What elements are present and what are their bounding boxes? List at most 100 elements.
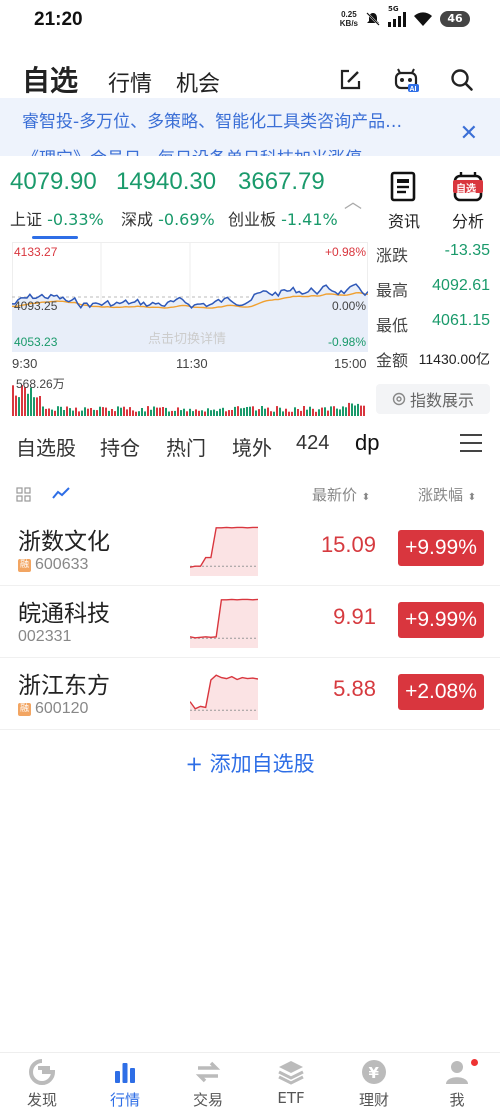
margin-badge: 融 [18,702,31,716]
volume-bar [183,408,185,416]
volume-bar [42,406,44,416]
volume-bar [291,411,293,416]
volume-bar [177,407,179,416]
volume-bar [333,406,335,416]
volume-bar [294,407,296,416]
stock-row[interactable]: 皖通科技 002331 9.91 +9.99% [0,586,500,658]
volume-bar [318,409,320,416]
stock-code: 融 600120 [18,700,89,717]
sort-change[interactable]: 涨跌幅 ⬍ [418,484,476,505]
chevron-up-icon[interactable]: ︿ [344,188,362,214]
volume-bar [216,411,218,416]
volume-label: 568.26万 [16,377,65,391]
tab-market[interactable]: 行情 [108,66,152,98]
notice-text[interactable]: 睿智投-多万位、多策略、智能化工具类咨询产品… [22,107,402,132]
nav-wealth[interactable]: ¥ 理财 [339,1057,409,1110]
volume-bar [48,408,50,416]
ai-robot-icon[interactable]: AI [392,66,420,94]
stock-row[interactable]: 浙数文化 融 600633 15.09 +9.99% [0,514,500,586]
notice-banner[interactable]: 睿智投-多万位、多策略、智能化工具类咨询产品… 《理它》会员日…每日设备单日科技… [0,98,500,156]
chart-high-label: 4133.27 [14,245,58,259]
index-summary[interactable]: 4079.90 14940.30 3667.79 上证 -0.33% 深成 -0… [0,166,380,242]
news-button[interactable]: 资讯 [376,170,432,232]
time-mid: 11:30 [176,356,208,371]
volume-bar [195,409,197,416]
tab-my-stocks[interactable]: 自选股 [16,432,76,461]
menu-icon[interactable] [460,434,482,452]
volume-bar [255,410,257,416]
tab-424[interactable]: 424 [296,432,329,455]
tab-dp[interactable]: dp [355,430,379,456]
index-display-button[interactable]: 指数展示 [376,384,490,414]
grid-view-icon[interactable] [16,487,31,502]
volume-bar [84,407,86,416]
chart-watermark: 点击切换详情 [148,331,227,346]
volume-bar [114,411,116,416]
search-icon[interactable] [448,66,476,94]
volume-bar [252,406,254,416]
volume-bar [360,405,362,416]
nav-market[interactable]: 行情 [90,1057,160,1110]
sort-price[interactable]: 最新价 ⬍ [312,484,370,505]
volume-bar [273,411,275,416]
stock-name: 浙江东方 [18,673,110,699]
volume-bar [258,409,260,416]
tab-hot[interactable]: 热门 [166,432,206,461]
volume-bar [312,408,314,416]
volume-bar [267,407,269,416]
volume-bar [186,411,188,416]
nav-discover[interactable]: 发现 [7,1057,77,1110]
volume-bar [96,410,98,416]
nav-etf[interactable]: ETF [256,1057,326,1107]
index-value-cyb[interactable]: 3667.79 [238,168,325,196]
volume-bar [234,406,236,416]
volume-bar [348,402,350,416]
volume-bar [66,406,68,416]
nav-trade[interactable]: 交易 [173,1057,243,1110]
volume-bar [276,406,278,416]
close-icon[interactable]: ✕ [460,121,478,146]
index-value-sz[interactable]: 14940.30 [116,168,216,196]
volume-bar [51,409,53,416]
plus-icon: + [185,752,203,776]
volume-bar [57,406,59,416]
volume-bar [246,407,248,416]
volume-bar [129,407,131,416]
trend-view-icon[interactable] [52,485,70,501]
sparkline [190,598,258,648]
volume-bar [222,407,224,416]
volume-bar [156,407,158,416]
volume-bar [315,411,317,416]
tab-overseas[interactable]: 境外 [232,432,272,461]
volume-bar [174,410,176,416]
status-time: 21:20 [34,9,83,30]
signal-icon: 5G [388,5,406,27]
analysis-button[interactable]: 自选 分析 [440,170,496,232]
volume-bar [204,411,206,416]
volume-bar [354,405,356,416]
stock-change-badge: +2.08% [398,674,484,710]
volume-bar [78,411,80,416]
volume-bar [72,410,74,416]
notice-text-next: 《理它》会员日…每日设备单日科技加米涨停 [22,144,362,156]
settings-ring-icon [392,392,406,406]
volume-bar [33,397,35,416]
volume-bar [141,408,143,416]
volume-bar [60,406,62,416]
volume-bar [198,410,200,416]
index-value-sh[interactable]: 4079.90 [10,168,97,196]
edit-icon[interactable] [336,66,364,94]
volume-bar [99,406,101,416]
etf-icon [276,1057,306,1087]
market-icon [110,1057,140,1087]
tab-opportunity[interactable]: 机会 [176,66,220,98]
nav-profile[interactable]: 我 [422,1057,492,1110]
tab-holdings[interactable]: 持仓 [100,432,140,461]
volume-bar [54,410,56,416]
volume-bar [153,406,155,416]
intraday-chart[interactable]: 4133.27 +0.98% 4093.25 0.00% 4053.23 -0.… [11,242,369,352]
add-watchlist-button[interactable]: + 添加自选股 [0,748,500,778]
tab-watchlist[interactable]: 自选 [22,59,78,99]
stock-row[interactable]: 浙江东方 融 600120 5.88 +2.08% [0,658,500,730]
volume-bar [228,410,230,416]
